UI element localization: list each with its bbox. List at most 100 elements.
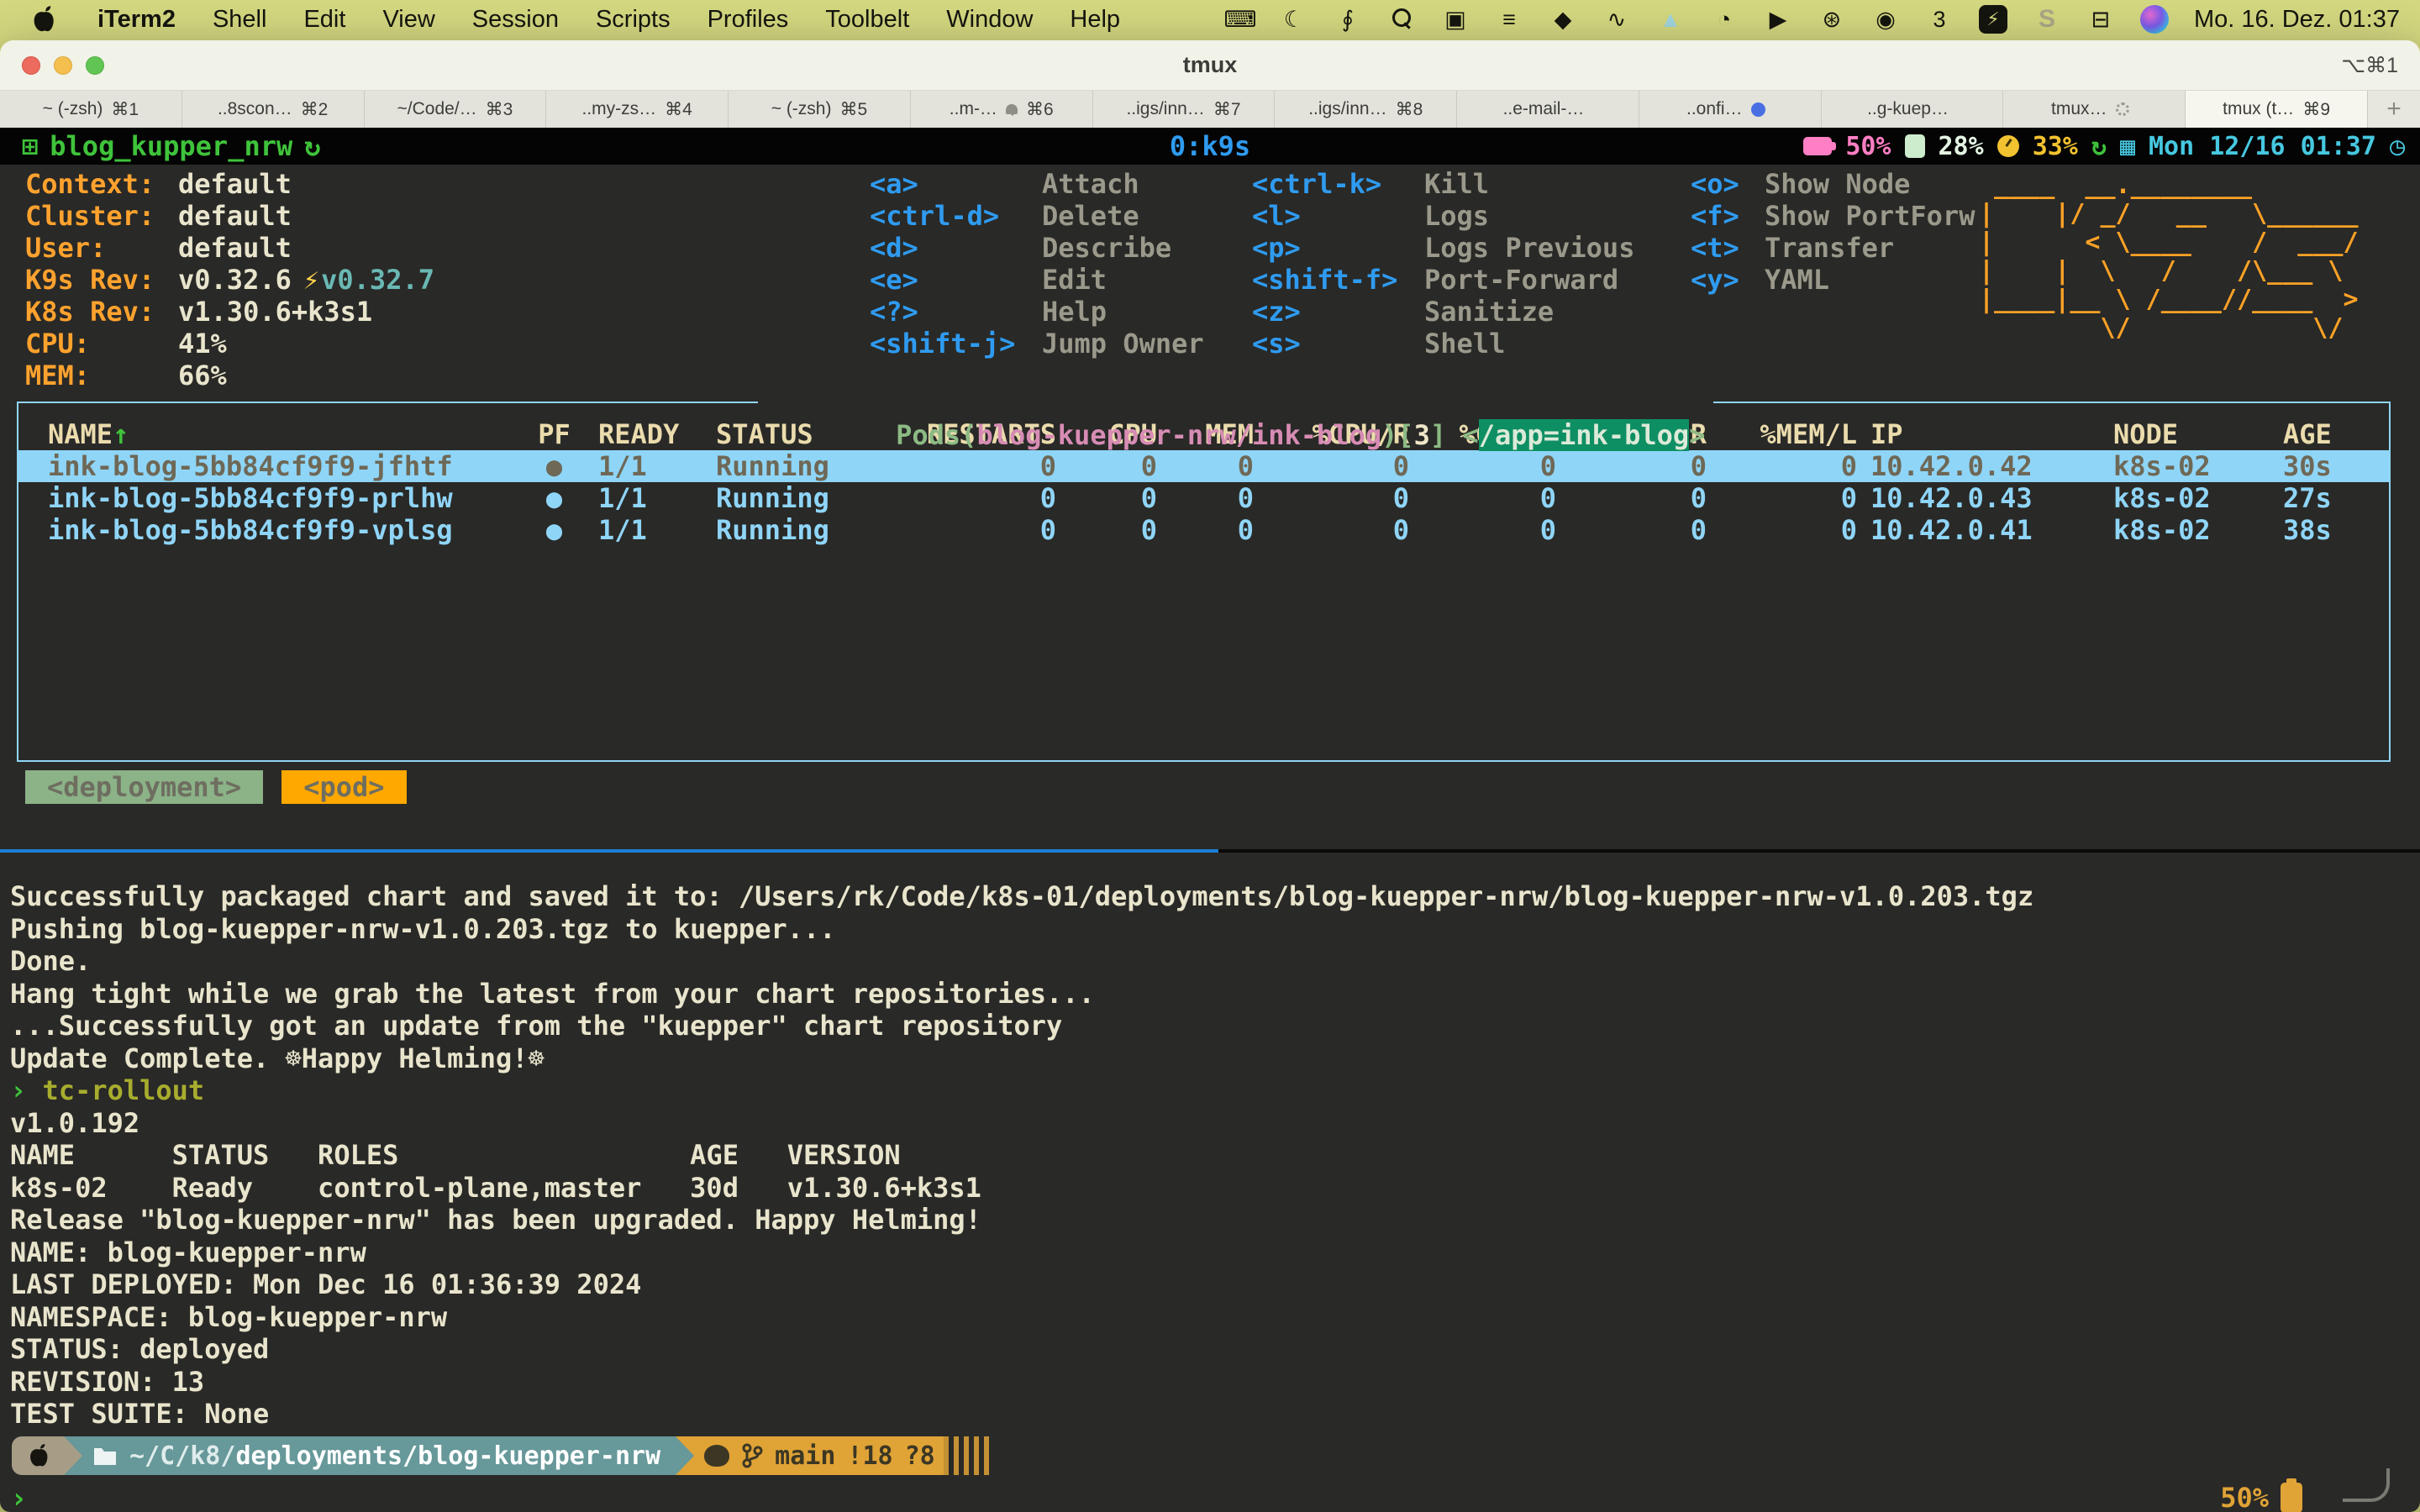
col-age[interactable]: AGE — [2270, 418, 2389, 450]
col-mem-l[interactable]: %MEM/L — [1707, 418, 1857, 450]
shell-line: NAME STATUS ROLES AGE VERSION — [10, 1139, 2033, 1172]
siri-icon[interactable]: ◎ — [2140, 5, 2169, 34]
pod-ready: 1/1 — [577, 482, 691, 514]
menu-bar-clock[interactable]: Mo. 16. Dez. 01:37 — [2194, 6, 2400, 34]
menu-item[interactable]: Window — [928, 6, 1051, 34]
menu-item[interactable]: Scripts — [577, 6, 689, 34]
bell-icon[interactable]: ◉ — [1871, 5, 1900, 34]
pod-status: Running — [691, 514, 892, 546]
col-ready[interactable]: READY — [577, 418, 691, 450]
menu-item[interactable]: iTerm2 — [79, 6, 194, 34]
k9s-info-row: Cluster:default — [25, 200, 434, 232]
calendar-icon: ▦ — [2120, 132, 2135, 161]
tab-badge-icon — [2116, 102, 2129, 116]
col-ip[interactable]: IP — [1857, 418, 2100, 450]
s-icon[interactable]: S — [2033, 5, 2061, 34]
scribble-icon[interactable]: ∿ — [1602, 5, 1631, 34]
close-button[interactable] — [22, 56, 40, 75]
shell-line: TEST SUITE: None — [10, 1398, 2033, 1431]
k9s-info-panel: Context:default Cluster:default User:def… — [25, 168, 434, 391]
terminal-pane[interactable]: ⊞ blog_kupper_nrw ↻ 0:k9s 50% 28% 33% ↻ … — [0, 128, 2420, 1512]
hotkey-row: <f>Show PortForw — [1691, 200, 1975, 232]
pod-cpu-r: 0 — [1254, 450, 1409, 482]
apple-icon[interactable] — [32, 5, 57, 34]
menu-item[interactable]: Toolbelt — [807, 6, 928, 34]
play-icon[interactable]: ▶ — [1764, 5, 1792, 34]
ink-blog-5bb84cf9f9-vplsg-icon[interactable]: ink-blog-5bb84cf9f9-vplsg ● 1/1 Running … — [18, 514, 2389, 546]
hotkey-key: <z> — [1252, 296, 1424, 328]
pod-mem-r: 0 — [1556, 514, 1707, 546]
tmux-window-name[interactable]: 0:k9s — [1170, 130, 1250, 162]
camera-icon[interactable]: ▣ — [1441, 5, 1470, 34]
breadcrumb-button[interactable]: <pod> — [281, 770, 406, 804]
breadcrumb-button[interactable]: <deployment> — [25, 770, 263, 804]
menu-item[interactable]: Edit — [285, 6, 364, 34]
list-icon[interactable]: ≡ — [1495, 5, 1523, 34]
tab[interactable]: ..igs/inn… ⌘8 — [1275, 91, 1457, 128]
menu-item[interactable]: Profiles — [689, 6, 808, 34]
filter-close: > — [1689, 419, 1705, 451]
folder-icon — [92, 1445, 118, 1467]
hotkey-key: <y> — [1691, 264, 1765, 296]
mountains-icon[interactable]: ▲ — [1656, 5, 1685, 34]
keyboard-icon[interactable]: ⌨ — [1226, 5, 1255, 34]
shell-line: Update Complete. ☸Happy Helming!☸ — [10, 1042, 2033, 1075]
pod-cpu-l: 0 — [1409, 450, 1556, 482]
col-pf[interactable]: PF — [531, 418, 577, 450]
new-tab-button[interactable]: + — [2368, 91, 2420, 128]
menu-item[interactable]: View — [364, 6, 453, 34]
info-value: default — [178, 168, 292, 200]
ink-blog-5bb84cf9f9-prlhw-icon[interactable]: ink-blog-5bb84cf9f9-prlhw ● 1/1 Running … — [18, 482, 2389, 514]
tab[interactable]: ~/Code/… ⌘3 — [365, 91, 547, 128]
three-icon[interactable]: 3 — [1925, 5, 1954, 34]
tab[interactable]: ..my-zs… ⌘4 — [546, 91, 729, 128]
moon-icon[interactable]: ☾ — [1280, 5, 1308, 34]
bolt-icon[interactable]: ⚡ — [1979, 5, 2007, 34]
tab[interactable]: ..onfi… — [1639, 91, 1822, 128]
tab[interactable]: ..m-… ⌘6 — [911, 91, 1093, 128]
clock-badge-icon[interactable]: ◔ — [1710, 5, 1739, 34]
minimize-button[interactable] — [54, 56, 72, 75]
menu-item[interactable]: Help — [1051, 6, 1139, 34]
pod-mem-l: 0 — [1707, 482, 1857, 514]
tab[interactable]: ~ (-zsh) ⌘1 — [0, 91, 182, 128]
zoom-button[interactable] — [86, 56, 104, 75]
hotkey-label: Kill — [1424, 168, 1489, 200]
pod-age: 38s — [2270, 514, 2389, 546]
tmux-pane-divider[interactable] — [0, 849, 2420, 853]
tab[interactable]: ..igs/inn… ⌘7 — [1093, 91, 1276, 128]
toggles-icon[interactable]: ⊟ — [2086, 5, 2115, 34]
tab[interactable]: ..e-mail-… — [1457, 91, 1639, 128]
hotkey-row: <?>Help — [870, 296, 1204, 328]
search-icon[interactable]: ○ — [1387, 5, 1416, 34]
menu-item[interactable]: Shell — [194, 6, 286, 34]
tab[interactable]: ..8scon… ⌘2 — [182, 91, 365, 128]
hotkey-label: Help — [1042, 296, 1107, 328]
col-name[interactable]: NAME↑ — [48, 418, 531, 450]
hotkey-key: <f> — [1691, 200, 1765, 232]
tab[interactable]: tmux (t… ⌘9 — [2186, 91, 2368, 128]
ink-blog-5bb84cf9f9-jfhtf-icon[interactable]: ink-blog-5bb84cf9f9-jfhtf ● 1/1 Running … — [18, 450, 2389, 482]
menu-item[interactable]: Session — [454, 6, 577, 34]
powerline-git-segment[interactable]: main !18 ?8 — [694, 1436, 944, 1475]
tab[interactable]: ~ (-zsh) ⌘5 — [729, 91, 911, 128]
paperclip-icon[interactable]: ∮ — [1334, 5, 1362, 34]
hotkey-label: Port-Forward — [1424, 264, 1618, 296]
window-shortcut: ⌥⌘1 — [2341, 53, 2398, 78]
logo-line: ____ __.________ — [1979, 171, 2374, 200]
openai-icon[interactable]: ⊛ — [1818, 5, 1846, 34]
col-node[interactable]: NODE — [2100, 418, 2270, 450]
tmux-session[interactable]: ⊞ blog_kupper_nrw ↻ — [22, 130, 321, 162]
tab-label: tmux (t… — [2223, 99, 2294, 119]
shell-prompt[interactable]: › — [10, 1482, 27, 1512]
git-modified-count: !18 — [847, 1441, 892, 1471]
shield-icon[interactable]: ◆ — [1549, 5, 1577, 34]
pod-node: k8s-02 — [2100, 514, 2270, 546]
powerline-path-segment[interactable]: ~/C/k8/deployments/blog-kuepper-nrw — [82, 1436, 676, 1475]
git-untracked-count: ?8 — [905, 1441, 935, 1471]
tab[interactable]: ..g-kuep… — [1822, 91, 2004, 128]
hotkey-label: Delete — [1042, 200, 1139, 232]
pod-pf-dot: ● — [531, 482, 577, 514]
tab[interactable]: tmux… — [2003, 91, 2186, 128]
pod-name: ink-blog-5bb84cf9f9-vplsg — [48, 514, 531, 546]
